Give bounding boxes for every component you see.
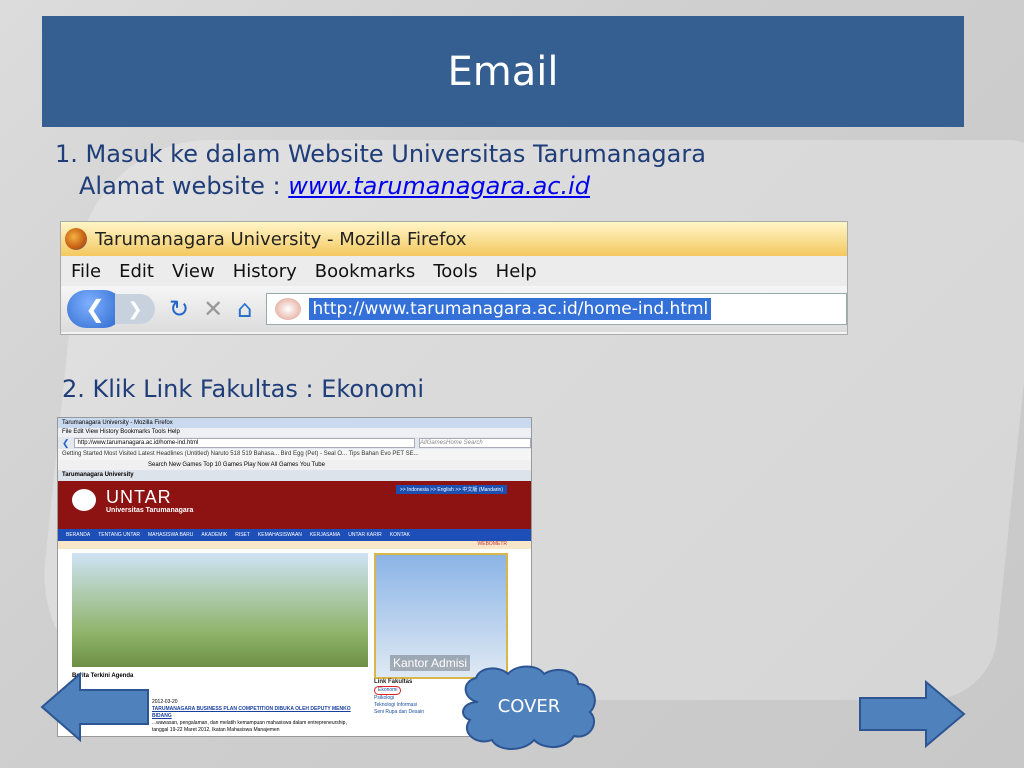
- shot-nav-menu: BERANDA TENTANG UNTAR MAHASISWA BARU AKA…: [58, 529, 531, 541]
- shot-nav-item: KONTAK: [389, 532, 410, 538]
- shot-nav-item: MAHASISWA BARU: [147, 532, 194, 538]
- shot-tab: Tarumanagara University: [58, 470, 531, 481]
- shot-back-icon: ❮: [62, 437, 70, 448]
- menu-bookmarks[interactable]: Bookmarks: [315, 261, 416, 282]
- menu-file[interactable]: File: [71, 261, 101, 282]
- shot-brand-sub: Universitas Tarumanagara: [106, 507, 194, 514]
- firefox-window-title: Tarumanagara University - Mozilla Firefo…: [95, 228, 467, 250]
- shot-bookmarks: Getting Started Most Visited Latest Head…: [58, 449, 531, 460]
- shot-nav-item: TENTANG UNTAR: [98, 532, 140, 538]
- menu-help[interactable]: Help: [496, 261, 537, 282]
- shot-menu: File Edit View History Bookmarks Tools H…: [58, 428, 531, 437]
- shot-webometr: WEBOMETR: [58, 541, 531, 549]
- shot-title: Tarumanagara University - Mozilla Firefo…: [58, 418, 531, 428]
- url-bar[interactable]: http://www.tarumanagara.ac.id/home-ind.h…: [266, 293, 847, 325]
- step1-prefix: Alamat website :: [79, 172, 289, 200]
- website-link[interactable]: www.tarumanagara.ac.id: [288, 172, 590, 200]
- shot-url: http://www.tarumanagara.ac.id/home-ind.h…: [73, 438, 415, 448]
- home-icon[interactable]: ⌂: [237, 295, 252, 323]
- shot-languages: >> Indonesia >> English >> 中文版 (Mandarin…: [395, 485, 507, 494]
- left-arrow-icon[interactable]: [40, 672, 150, 742]
- title-bar: Email: [42, 16, 964, 127]
- shot-nav-item: AKADEMIK: [201, 532, 228, 538]
- step1-line1: 1. Masuk ke dalam Website Universitas Ta…: [55, 140, 706, 168]
- right-arrow-icon[interactable]: [858, 680, 966, 748]
- firefox-screenshot: Tarumanagara University - Mozilla Firefo…: [60, 221, 848, 335]
- reload-icon[interactable]: ↻: [169, 295, 189, 323]
- shot-nav: ❮ http://www.tarumanagara.ac.id/home-ind…: [58, 437, 531, 449]
- menu-edit[interactable]: Edit: [119, 261, 154, 282]
- step1-text: 1. Masuk ke dalam Website Universitas Ta…: [55, 138, 706, 202]
- link-ekonomi[interactable]: Ekonomi: [374, 686, 402, 695]
- shot-nav-item: BERANDA: [66, 532, 91, 538]
- students-photo: [72, 553, 368, 667]
- shot-search: AllGamesHome Search: [419, 438, 531, 448]
- step2-text: 2. Klik Link Fakultas : Ekonomi: [62, 375, 425, 403]
- menu-tools[interactable]: Tools: [433, 261, 477, 282]
- menu-history[interactable]: History: [233, 261, 297, 282]
- shot-nav-item: KEMAHASISWAAN: [257, 532, 302, 538]
- stop-icon[interactable]: ✕: [203, 295, 223, 323]
- firefox-menu-bar: File Edit View History Bookmarks Tools H…: [61, 256, 847, 286]
- shot-header: UNTAR Universitas Tarumanagara >> Indone…: [58, 481, 531, 529]
- firefox-logo-icon: [65, 228, 87, 250]
- firefox-nav-bar: ❮ ❯ ↻ ✕ ⌂ http://www.tarumanagara.ac.id/…: [61, 286, 847, 332]
- url-text: http://www.tarumanagara.ac.id/home-ind.h…: [309, 298, 712, 320]
- shot-nav-item: KERJASAMA: [309, 532, 341, 538]
- shot-brand: UNTAR: [106, 487, 172, 507]
- site-favicon-icon: [275, 298, 302, 320]
- shot-toolbar: Search New Games Top 10 Games Play Now A…: [58, 460, 531, 470]
- firefox-title-bar: Tarumanagara University - Mozilla Firefo…: [61, 222, 847, 256]
- step1-line2: Alamat website : www.tarumanagara.ac.id: [55, 170, 706, 202]
- shot-nav-item: UNTAR KARIR: [348, 532, 382, 538]
- cover-label[interactable]: COVER: [454, 696, 604, 717]
- shot-nav-item: RISET: [235, 532, 250, 538]
- menu-view[interactable]: View: [172, 261, 215, 282]
- slide-title: Email: [447, 49, 559, 95]
- building-photo: Kantor Admisi: [374, 553, 508, 679]
- forward-arrow-icon[interactable]: ❯: [115, 294, 155, 324]
- untar-logo-icon: [72, 489, 96, 511]
